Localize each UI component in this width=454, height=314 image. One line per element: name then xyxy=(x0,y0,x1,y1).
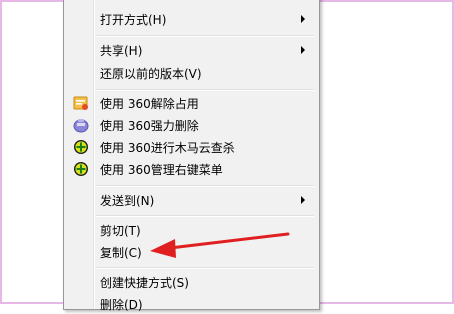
submenu-arrow-icon xyxy=(301,196,305,204)
menu-item-label: 共享(H) xyxy=(100,44,143,58)
menu-item-label: 使用 360进行木马云查杀 xyxy=(100,141,235,155)
menu-item-360-menu-manager[interactable]: 使用 360管理右键菜单 xyxy=(66,157,315,179)
menu-item-create-shortcut[interactable]: 创建快捷方式(S) xyxy=(66,270,315,292)
menu-item-label: 复制(C) xyxy=(100,246,142,260)
context-menu: 打开方式(H) 共享(H) 还原以前的版本(V) 使用 360解除占用 使用 3… xyxy=(63,0,320,312)
360-menu-manager-icon xyxy=(74,162,88,176)
menu-item-open-with[interactable]: 打开方式(H) xyxy=(66,7,315,29)
menu-item-copy[interactable]: 复制(C) xyxy=(66,240,315,262)
menu-separator xyxy=(96,35,314,37)
menu-item-send-to[interactable]: 发送到(N) xyxy=(66,188,315,210)
menu-item-360-unlock[interactable]: 使用 360解除占用 xyxy=(66,91,315,113)
menu-item-share[interactable]: 共享(H) xyxy=(66,38,315,60)
menu-item-label: 删除(D) xyxy=(100,298,143,312)
menu-item-label: 打开方式(H) xyxy=(100,13,167,27)
menu-item-360-trojan-scan[interactable]: 使用 360进行木马云查杀 xyxy=(66,135,315,157)
menu-item-restore-versions[interactable]: 还原以前的版本(V) xyxy=(66,61,315,83)
menu-item-delete[interactable]: 删除(D) xyxy=(66,292,315,314)
menu-item-label: 使用 360管理右键菜单 xyxy=(100,163,223,177)
menu-separator xyxy=(96,267,314,269)
menu-item-cut[interactable]: 剪切(T) xyxy=(66,218,315,240)
submenu-arrow-icon xyxy=(301,15,305,23)
menu-item-label: 发送到(N) xyxy=(100,194,155,208)
menu-item-360-force-delete[interactable]: 使用 360强力删除 xyxy=(66,113,315,135)
menu-item-label: 创建快捷方式(S) xyxy=(100,276,189,290)
menu-item-label: 还原以前的版本(V) xyxy=(100,67,202,81)
360-trojan-scan-icon xyxy=(74,140,88,154)
360-force-delete-icon xyxy=(73,119,89,133)
menu-separator xyxy=(96,185,314,187)
submenu-arrow-icon xyxy=(301,46,305,54)
360-unlock-icon xyxy=(73,96,88,110)
menu-item-label: 使用 360强力删除 xyxy=(100,119,199,133)
menu-item-label: 使用 360解除占用 xyxy=(100,97,199,111)
menu-separator xyxy=(96,215,314,217)
menu-item-label: 剪切(T) xyxy=(100,224,141,238)
